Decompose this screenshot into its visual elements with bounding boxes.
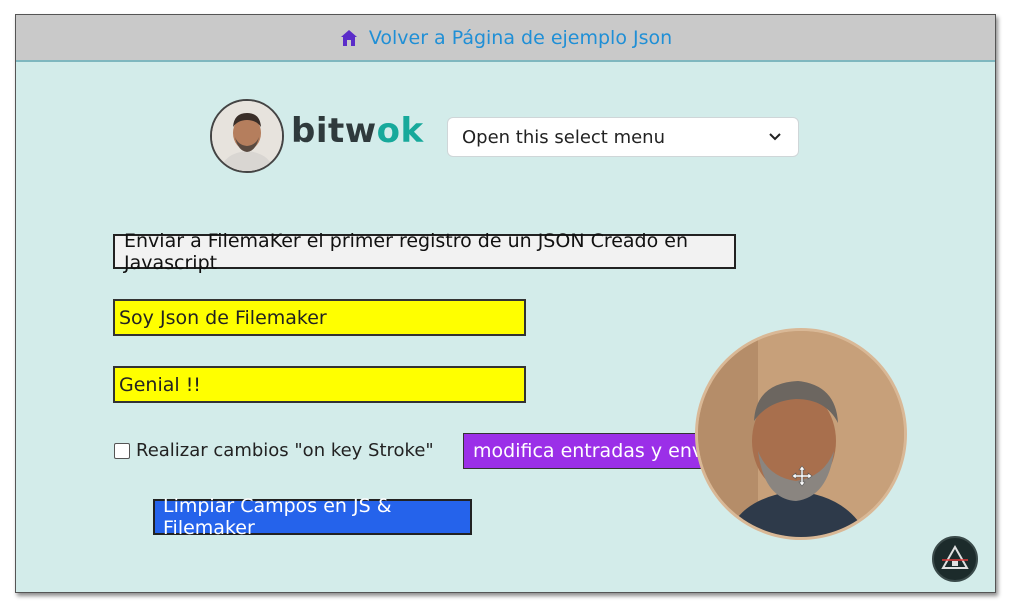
keystroke-checkbox[interactable]	[114, 442, 130, 459]
back-link-label: Volver a Página de ejemplo Json	[368, 26, 673, 49]
keystroke-option: Realizar cambios "on key Stroke"	[114, 440, 434, 461]
clear-fields-button-label: Limpiar Campos en JS & Filemaker	[163, 495, 392, 539]
select-value: Open this select menu	[462, 126, 665, 148]
keystroke-label: Realizar cambios "on key Stroke"	[136, 440, 434, 461]
move-icon[interactable]	[791, 465, 813, 487]
json-field-1-value: Soy Json de Filemaker	[119, 306, 327, 329]
json-field-1[interactable]: Soy Json de Filemaker	[113, 299, 526, 336]
send-json-button[interactable]: Enviar a FilemaKer el primer registro de…	[113, 230, 736, 274]
send-json-button-label: Enviar a FilemaKer el primer registro de…	[124, 229, 689, 274]
channel-logo-icon	[932, 536, 978, 582]
home-icon	[340, 29, 357, 46]
bitwok-logo: bitwok	[291, 111, 424, 151]
top-bar: Volver a Página de ejemplo Json	[16, 15, 995, 62]
back-link[interactable]: Volver a Página de ejemplo Json	[339, 27, 672, 49]
json-field-2[interactable]: Genial !!	[113, 366, 526, 403]
webcam-overlay[interactable]	[695, 328, 907, 540]
chevron-down-icon	[769, 133, 781, 141]
avatar	[210, 99, 284, 173]
app-window: Volver a Página de ejemplo Json bitwok O…	[15, 14, 996, 593]
json-field-2-value: Genial !!	[119, 373, 201, 396]
modify-send-button-label: modifica entradas y enviar	[473, 440, 723, 462]
modify-send-button[interactable]: modifica entradas y enviar	[463, 433, 723, 469]
clear-fields-button[interactable]: Limpiar Campos en JS & Filemaker	[153, 495, 472, 539]
select-menu[interactable]: Open this select menu	[447, 117, 799, 157]
